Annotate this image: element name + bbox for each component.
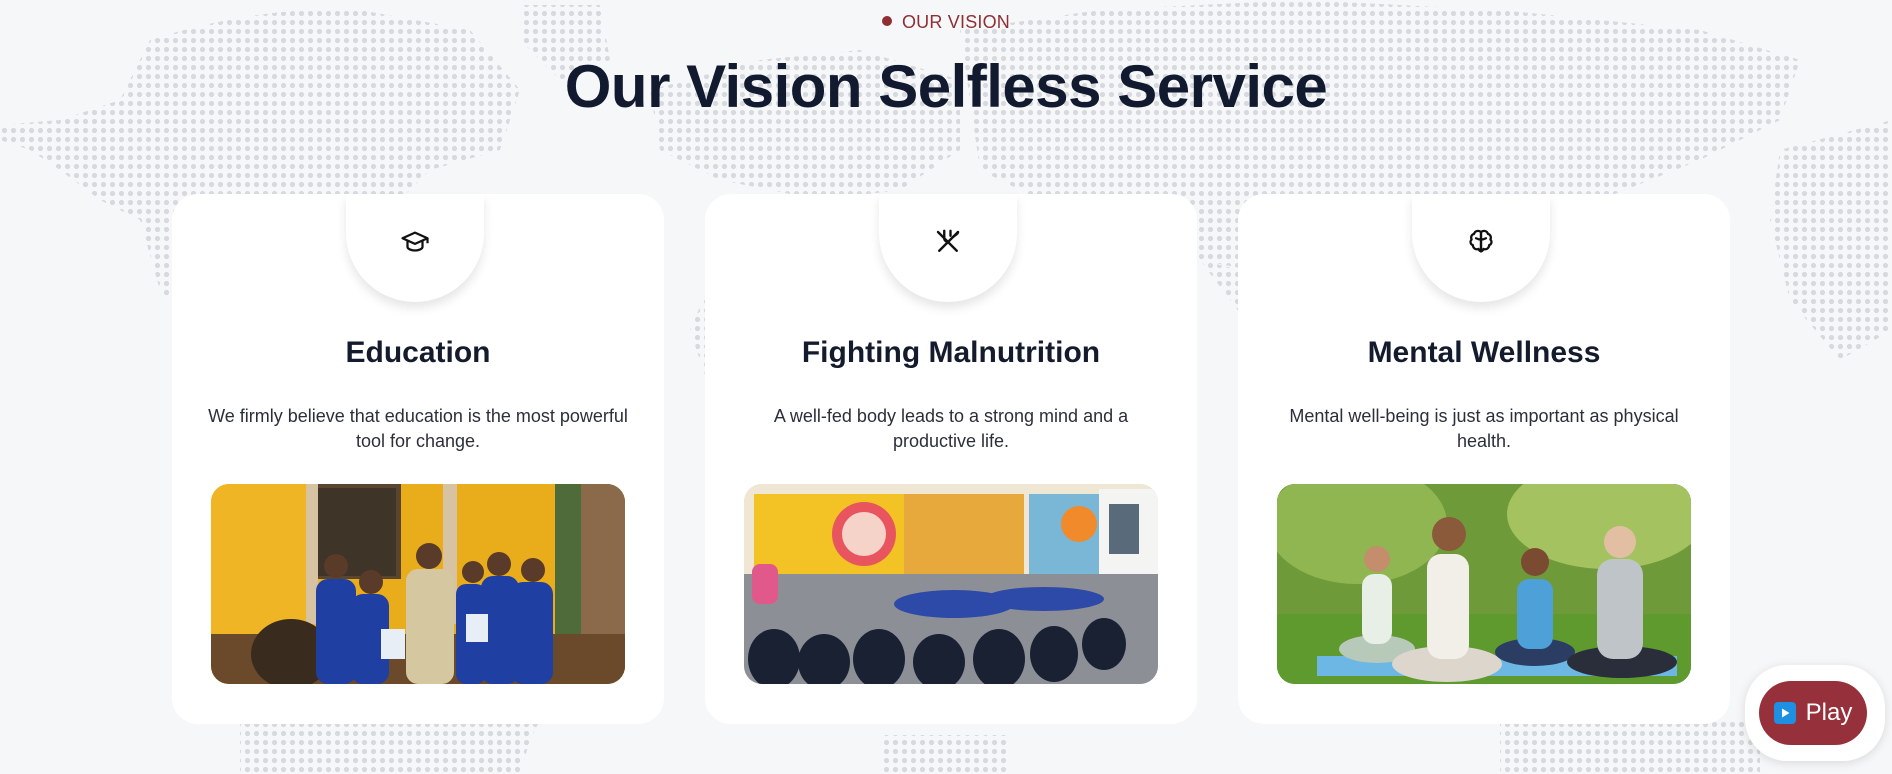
- fork-knife-icon: [936, 229, 960, 252]
- card-icon-tab: [1412, 194, 1550, 302]
- vision-card-malnutrition: Fighting Malnutrition A well-fed body le…: [705, 194, 1197, 724]
- section-eyebrow: OUR VISION: [0, 12, 1892, 33]
- card-description: Mental well-being is just as important a…: [1289, 406, 1679, 451]
- card-title: Fighting Malnutrition: [801, 336, 1101, 369]
- eyebrow-label: OUR VISION: [901, 12, 1010, 32]
- section-title: Our Vision Selfless Service: [564, 53, 1328, 120]
- graduation-cap-icon: [401, 231, 429, 252]
- malnutrition-photo: [744, 484, 1158, 684]
- play-button-label: Play: [1805, 699, 1853, 726]
- play-icon: [1773, 702, 1796, 724]
- card-icon-tab: [346, 194, 484, 302]
- card-description: We firmly believe that education is the …: [208, 406, 628, 451]
- card-title: Education: [345, 336, 491, 369]
- card-title: Mental Wellness: [1367, 336, 1601, 369]
- play-button-container: Play: [1745, 665, 1885, 761]
- vision-card-mental-wellness: Mental Wellness Mental well-being is jus…: [1238, 194, 1730, 724]
- education-photo: [211, 484, 625, 684]
- play-button[interactable]: Play: [1759, 681, 1867, 745]
- brain-icon: [1469, 229, 1493, 253]
- vision-card-education: Education We firmly believe that educati…: [172, 194, 664, 724]
- card-description: A well-fed body leads to a strong mind a…: [773, 406, 1129, 451]
- card-icon-tab: [879, 194, 1017, 302]
- mental-wellness-photo: [1277, 484, 1691, 684]
- eyebrow-dot-icon: [881, 16, 892, 26]
